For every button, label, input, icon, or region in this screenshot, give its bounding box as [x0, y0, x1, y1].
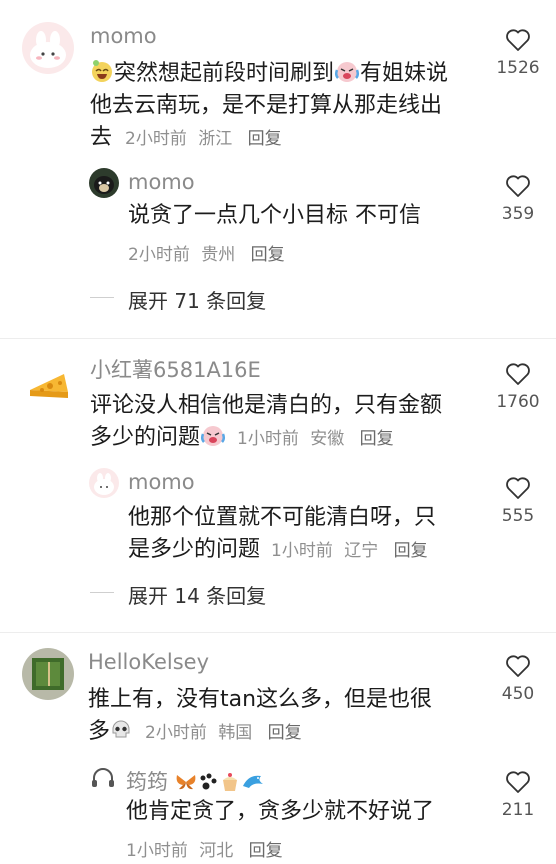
crying-laughing-icon [334, 59, 360, 93]
comment-text-line: 推上有，没有tan这么多，但是也很 [88, 687, 433, 712]
comment-meta: 1小时前 安徽 回复 [237, 429, 394, 449]
reply-location: 辽宁 [344, 541, 379, 561]
like-button[interactable]: 555 [488, 476, 548, 526]
comment-1: momo 突然想起前段时间刷到 有姐妹说 他去云南玩，是不是打算从那走线出 去 … [0, 0, 556, 330]
like-button[interactable]: 1760 [488, 362, 548, 412]
like-count: 1526 [496, 58, 540, 78]
reply-username[interactable]: 筠筠 [126, 766, 265, 797]
avatar[interactable] [24, 356, 74, 406]
headphones-avatar-icon [92, 768, 114, 787]
reply-text-line: 是多少的问题 1小时前 辽宁 回复 [128, 537, 428, 562]
reply-text: 他肯定贪了，贪多少就不好说了 [126, 799, 435, 824]
pudding-icon [219, 772, 241, 797]
reply-location: 河北 [199, 841, 234, 861]
dog-avatar-icon [94, 176, 114, 194]
heart-icon [506, 363, 530, 385]
reply-button[interactable]: 回复 [251, 245, 285, 265]
reply-meta: 1小时前 河北 回复 [126, 836, 283, 861]
like-button[interactable]: 359 [488, 174, 548, 224]
laughing-face-icon [90, 59, 114, 93]
comment-2: 小红薯6581A16E 评论没人相信他是清白的，只有金额 多少的问题 1小时前 … [0, 340, 556, 630]
dolphin-icon [241, 772, 265, 797]
reply-time: 1小时前 [271, 541, 333, 561]
reply-location: 贵州 [201, 245, 236, 265]
frame-avatar-icon [32, 658, 64, 690]
comment-time: 2小时前 [125, 129, 187, 149]
expand-replies-button[interactable]: 展开 71 条回复 [128, 285, 266, 314]
cheese-icon [30, 374, 68, 398]
comment-text: 突然想起前段时间刷到 有姐妹说 [90, 58, 448, 93]
avatar[interactable] [89, 168, 119, 198]
comment-3: HelloKelsey 推上有，没有tan这么多，但是也很 多 2小时前 韩国 … [0, 634, 556, 864]
bunny-avatar-icon [30, 31, 66, 68]
like-button[interactable]: 1526 [488, 28, 548, 78]
comment-username[interactable]: HelloKelsey [88, 650, 209, 674]
reply-text-line: 他那个位置就不可能清白呀，只 [128, 505, 437, 530]
avatar[interactable] [22, 648, 74, 700]
comment-divider [0, 632, 556, 633]
comment-meta: 2小时前 韩国 回复 [145, 723, 302, 743]
reply-meta: 2小时前 贵州 回复 [128, 240, 285, 265]
heart-icon [506, 29, 530, 51]
reply-time: 1小时前 [126, 841, 188, 861]
like-count: 211 [501, 800, 535, 820]
reply-text: 说贪了一点几个小目标 不可信 [128, 203, 421, 228]
comment-location: 韩国 [218, 723, 253, 743]
like-count: 450 [501, 684, 535, 704]
comment-username[interactable]: 小红薯6581A16E [90, 354, 261, 384]
avatar[interactable] [89, 764, 117, 792]
comment-meta: 2小时前 浙江 回复 [125, 129, 282, 149]
reply-time: 2小时前 [128, 245, 190, 265]
reply-username-text: 筠筠 [126, 770, 168, 794]
heart-icon [506, 771, 530, 793]
reply-username[interactable]: momo [128, 170, 195, 194]
reply-button[interactable]: 回复 [360, 429, 394, 449]
like-count: 359 [501, 204, 535, 224]
like-count: 1760 [496, 392, 540, 412]
expand-divider [90, 297, 114, 298]
comment-divider [0, 338, 556, 339]
heart-icon [506, 175, 530, 197]
comment-time: 1小时前 [237, 429, 299, 449]
comment-text-line: 评论没人相信他是清白的，只有金额 [90, 393, 443, 418]
comment-text-line: 他去云南玩，是不是打算从那走线出 [90, 93, 443, 118]
paw-prints-icon [197, 772, 219, 797]
reply-button[interactable]: 回复 [249, 841, 283, 861]
butterfly-icon [175, 772, 197, 797]
comment-text-line: 去 2小时前 浙江 回复 [90, 125, 282, 150]
comment-text-line: 多 2小时前 韩国 回复 [88, 716, 302, 751]
reply-username[interactable]: momo [128, 470, 195, 494]
comment-location: 浙江 [198, 129, 233, 149]
crying-laughing-icon [200, 423, 226, 457]
like-button[interactable]: 211 [488, 770, 548, 820]
comment-location: 安徽 [310, 429, 345, 449]
comment-text-line: 多少的问题 1小时前 安徽 回复 [90, 422, 394, 457]
reply-button[interactable]: 回复 [268, 723, 302, 743]
comment-time: 2小时前 [145, 723, 207, 743]
reply-meta: 1小时前 辽宁 回复 [271, 541, 428, 561]
expand-divider [90, 592, 114, 593]
like-count: 555 [501, 506, 535, 526]
avatar[interactable] [22, 22, 74, 74]
bunny-avatar-icon [94, 473, 114, 495]
heart-icon [506, 655, 530, 677]
expand-replies-button[interactable]: 展开 14 条回复 [128, 580, 266, 609]
skull-icon [110, 719, 132, 751]
reply-button[interactable]: 回复 [248, 129, 282, 149]
heart-icon [506, 477, 530, 499]
like-button[interactable]: 450 [488, 654, 548, 704]
comment-username[interactable]: momo [90, 24, 157, 48]
reply-button[interactable]: 回复 [394, 541, 428, 561]
avatar[interactable] [89, 468, 119, 498]
